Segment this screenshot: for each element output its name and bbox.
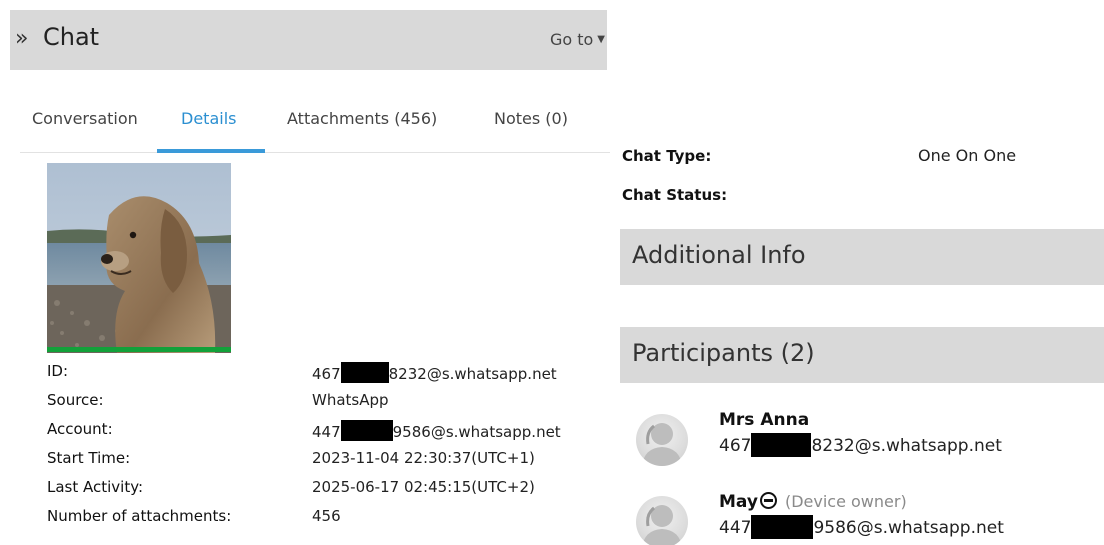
- jid-prefix: 447: [719, 518, 752, 538]
- participant-jid: 467 8232@s.whatsapp.net: [719, 433, 1002, 457]
- chat-type-key: Chat Type:: [622, 147, 712, 165]
- redaction-block: [340, 420, 393, 441]
- details-list: ID: 467 8232@s.whatsapp.net Source: Whats…: [47, 358, 607, 532]
- default-avatar-icon: [636, 496, 688, 545]
- active-tab-indicator: [157, 149, 265, 153]
- caret-down-icon: ▼: [597, 34, 605, 45]
- page-title: Chat: [43, 23, 100, 51]
- detail-row-last-activity: Last Activity: 2025-06-17 02:45:15(UTC+2…: [47, 474, 607, 503]
- tab-notes[interactable]: Notes (0): [494, 109, 568, 128]
- detail-value: 467 8232@s.whatsapp.net: [312, 362, 557, 383]
- participant-jid: 447 9586@s.whatsapp.net: [719, 515, 1004, 539]
- tab-attachments[interactable]: Attachments (456): [287, 109, 437, 128]
- jid-prefix: 467: [719, 436, 752, 456]
- chat-type-value: One On One: [918, 146, 1017, 165]
- chat-info-pane: Chat Type: One On One Chat Status: Addit…: [618, 0, 1104, 545]
- participants-section[interactable]: Participants (2): [620, 327, 1104, 383]
- avatar-status-bar: [47, 347, 231, 352]
- redaction-block: [751, 433, 812, 457]
- detail-value-suffix: 8232@s.whatsapp.net: [388, 365, 557, 383]
- chat-type-label: Chat Type:: [622, 146, 711, 165]
- detail-value-suffix: 9586@s.whatsapp.net: [392, 423, 561, 441]
- additional-info-section[interactable]: Additional Info: [620, 229, 1104, 285]
- participant-name-text: May: [719, 492, 758, 512]
- detail-row-id: ID: 467 8232@s.whatsapp.net: [47, 358, 607, 387]
- goto-label: Go to: [549, 30, 594, 49]
- participant-name: May (Device owner): [719, 492, 907, 512]
- goto-menu-button[interactable]: Go to ▼: [550, 30, 605, 49]
- participant-item[interactable]: May (Device owner) 447 9586@s.whatsapp.net: [618, 492, 1104, 545]
- redaction-block: [751, 515, 814, 539]
- detail-row-account: Account: 447 9586@s.whatsapp.net: [47, 416, 607, 445]
- detail-label: Last Activity:: [47, 478, 144, 496]
- participant-item[interactable]: Mrs Anna 467 8232@s.whatsapp.net: [618, 410, 1104, 470]
- detail-label: Source:: [47, 391, 104, 409]
- detail-value-prefix: 447: [312, 423, 341, 441]
- expand-chevron-icon[interactable]: »: [15, 26, 28, 51]
- chat-header: » Chat Go to ▼: [10, 10, 607, 70]
- tab-bar: Conversation Details Attachments (456) N…: [20, 87, 610, 153]
- chat-status-label: Chat Status:: [622, 185, 727, 204]
- smiley-emoji-icon: [759, 492, 777, 509]
- detail-row-start-time: Start Time: 2023-11-04 22:30:37(UTC+1): [47, 445, 607, 474]
- detail-value-prefix: 467: [312, 365, 341, 383]
- detail-label: Start Time:: [47, 449, 131, 467]
- detail-value: 456: [312, 507, 341, 525]
- detail-row-source: Source: WhatsApp: [47, 387, 607, 416]
- tab-conversation[interactable]: Conversation: [32, 109, 138, 128]
- tab-details[interactable]: Details: [181, 109, 236, 128]
- default-avatar-icon: [636, 414, 688, 466]
- jid-suffix: 9586@s.whatsapp.net: [813, 518, 1004, 538]
- detail-value: 2025-06-17 02:45:15(UTC+2): [312, 478, 535, 496]
- detail-row-attachments: Number of attachments: 456: [47, 503, 607, 532]
- section-title: Participants (2): [632, 339, 815, 367]
- detail-value: 447 9586@s.whatsapp.net: [312, 420, 561, 441]
- device-owner-tag: (Device owner): [784, 492, 907, 511]
- jid-suffix: 8232@s.whatsapp.net: [811, 436, 1002, 456]
- chat-status-key: Chat Status:: [622, 186, 728, 204]
- chat-avatar-photo: [47, 163, 231, 353]
- detail-value: 2023-11-04 22:30:37(UTC+1): [312, 449, 535, 467]
- section-title: Additional Info: [632, 241, 806, 269]
- chat-details-pane: » Chat Go to ▼ Conversation Details Attac…: [0, 0, 610, 545]
- detail-value: WhatsApp: [312, 391, 389, 409]
- detail-label: ID:: [47, 362, 69, 380]
- detail-label: Number of attachments:: [47, 507, 232, 525]
- detail-label: Account:: [47, 420, 113, 438]
- redaction-block: [340, 362, 389, 383]
- participant-name: Mrs Anna: [719, 410, 810, 430]
